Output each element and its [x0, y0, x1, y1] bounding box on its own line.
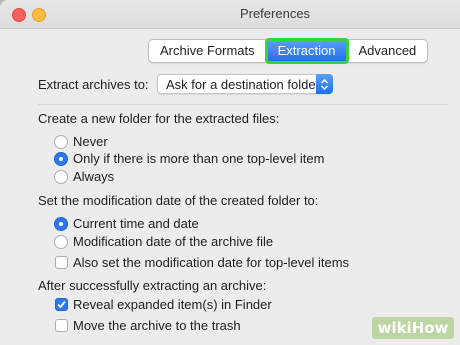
radio-archive-mod-date[interactable] [54, 235, 68, 249]
checkbox-move-to-trash[interactable] [55, 319, 68, 332]
tab-advanced[interactable]: Advanced [347, 40, 427, 62]
divider [38, 104, 448, 105]
radio-current-time[interactable] [54, 217, 68, 231]
wikihow-watermark: wikiHow [372, 317, 454, 339]
checkbox-also-top-level-label: Also set the modification date for top-l… [73, 255, 350, 270]
checkmark-icon [57, 300, 66, 309]
preferences-tabs: Archive Formats Extraction Advanced [148, 38, 429, 64]
checkbox-move-to-trash-label: Move the archive to the trash [73, 318, 241, 333]
extract-destination-value: Ask for a destination folder [166, 77, 320, 92]
radio-only-if-multiple[interactable] [54, 152, 68, 166]
radio-archive-mod-date-label: Modification date of the archive file [73, 234, 274, 249]
preferences-window: Preferences Archive Formats Extraction A… [0, 0, 460, 345]
radio-only-if-multiple-label: Only if there is more than one top-level… [73, 151, 325, 166]
radio-never-label: Never [73, 134, 108, 149]
mod-date-heading: Set the modification date of the created… [38, 193, 319, 208]
after-heading: After successfully extracting an archive… [38, 278, 267, 293]
tab-archive-formats[interactable]: Archive Formats [149, 40, 267, 62]
radio-always-label: Always [73, 169, 115, 184]
new-folder-heading: Create a new folder for the extracted fi… [38, 111, 280, 126]
tab-extraction[interactable]: Extraction [264, 38, 350, 64]
extract-to-label: Extract archives to: [38, 77, 149, 92]
select-stepper-icon [316, 74, 333, 94]
checkbox-reveal-in-finder[interactable] [55, 298, 68, 311]
radio-always[interactable] [54, 170, 68, 184]
checkbox-reveal-in-finder-label: Reveal expanded item(s) in Finder [73, 297, 272, 312]
radio-current-time-label: Current time and date [73, 216, 199, 231]
window-title: Preferences [239, 6, 311, 21]
title-bar: Preferences [0, 0, 460, 29]
extract-destination-select[interactable]: Ask for a destination folder [157, 74, 333, 94]
checkbox-also-top-level[interactable] [55, 256, 68, 269]
radio-never[interactable] [54, 135, 68, 149]
